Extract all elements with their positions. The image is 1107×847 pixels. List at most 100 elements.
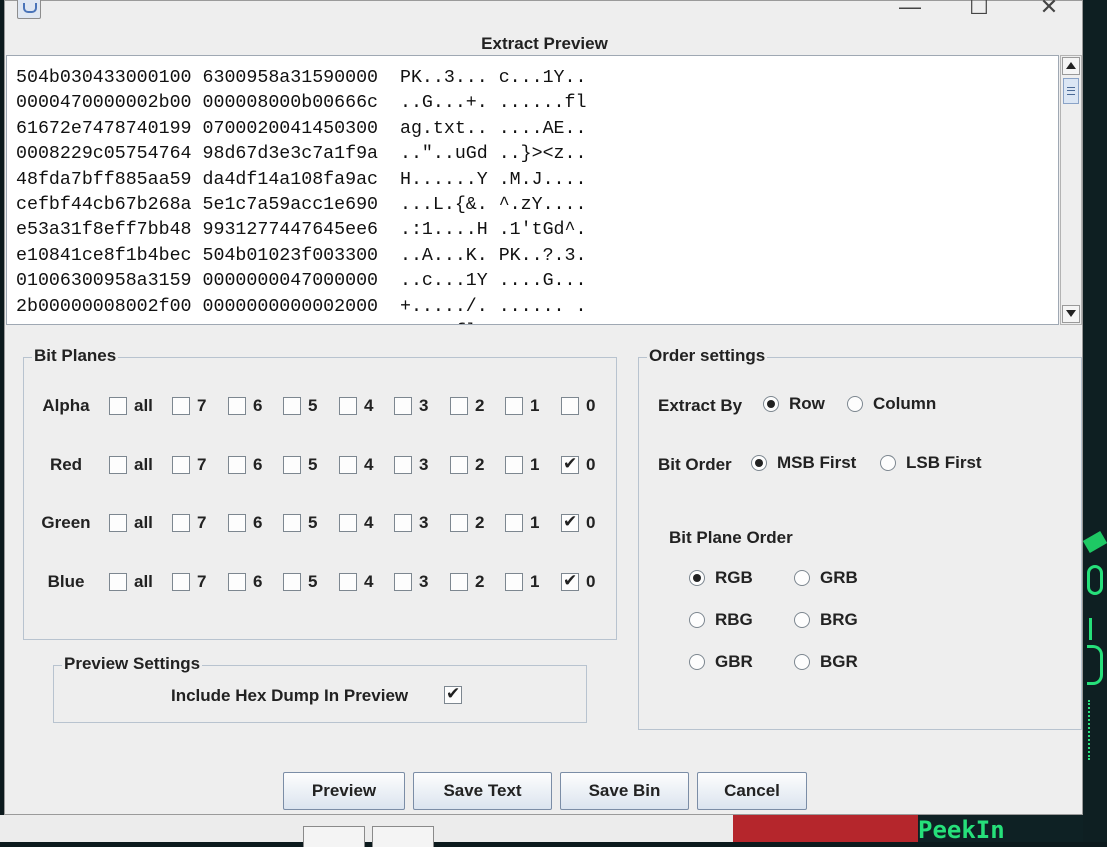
checkbox-blue-5[interactable] (283, 573, 301, 591)
checkbox-red-6[interactable] (228, 456, 246, 474)
dialog-title: Extract Preview (481, 34, 608, 53)
scroll-thumb[interactable] (1063, 78, 1079, 104)
checkbox-alpha-3[interactable] (394, 397, 412, 415)
bit-plane-order-radio-label-rbg: RBG (715, 610, 753, 629)
checkbox-label-blue-3: 3 (419, 572, 429, 591)
checkbox-label-alpha-3: 3 (419, 396, 429, 415)
bit-plane-order-radio-brg[interactable] (794, 612, 810, 628)
checkbox-alpha-all[interactable] (109, 397, 127, 415)
checkbox-label-green-0: 0 (586, 513, 596, 532)
checkbox-label-alpha-6: 6 (253, 396, 263, 415)
include-hex-dump-label: Include Hex Dump In Preview (171, 686, 409, 705)
preview-settings-title: Preview Settings (62, 654, 203, 674)
checkbox-label-blue-7: 7 (197, 572, 207, 591)
checkbox-alpha-5[interactable] (283, 397, 301, 415)
scroll-up-arrow-icon[interactable] (1062, 57, 1080, 75)
bit-plane-row-label-red: Red (49, 455, 83, 474)
checkbox-label-red-4: 4 (364, 455, 374, 474)
checkbox-alpha-1[interactable] (505, 397, 523, 415)
checkbox-label-red-1: 1 (530, 455, 540, 474)
extract-by-radio-label-row: Row (789, 394, 825, 413)
bit-order-radio-msb-first[interactable] (751, 455, 767, 471)
checkbox-red-7[interactable] (172, 456, 190, 474)
checkbox-red-0[interactable] (561, 454, 579, 474)
bit-plane-order-radio-label-grb: GRB (820, 568, 858, 587)
java-icon (17, 0, 41, 19)
checkbox-label-green-6: 6 (253, 513, 263, 532)
cancel-button[interactable]: Cancel (697, 772, 807, 810)
checkbox-blue-2[interactable] (450, 573, 468, 591)
checkbox-label-alpha-all: all (134, 396, 153, 415)
background-window (0, 815, 735, 847)
save-text-button[interactable]: Save Text (413, 772, 552, 810)
checkbox-green-3[interactable] (394, 514, 412, 532)
bit-plane-order-radio-rgb[interactable] (689, 570, 705, 586)
checkbox-label-alpha-7: 7 (197, 396, 207, 415)
hex-dump-text: 504b030433000100 6300958a31590000 PK..3.… (16, 68, 587, 324)
checkbox-alpha-2[interactable] (450, 397, 468, 415)
checkbox-red-4[interactable] (339, 456, 357, 474)
close-button[interactable]: ✕ (1026, 0, 1072, 19)
checkbox-red-3[interactable] (394, 456, 412, 474)
preview-text-area[interactable]: 504b030433000100 6300958a31590000 PK..3.… (6, 55, 1059, 325)
checkbox-green-0[interactable] (561, 512, 579, 532)
checkbox-green-5[interactable] (283, 514, 301, 532)
checkbox-label-blue-4: 4 (364, 572, 374, 591)
checkbox-blue-3[interactable] (394, 573, 412, 591)
include-hex-dump-checkbox[interactable] (444, 684, 462, 704)
bit-plane-order-radio-bgr[interactable] (794, 654, 810, 670)
checkbox-label-green-5: 5 (308, 513, 318, 532)
extract-by-radio-column[interactable] (847, 396, 863, 412)
maximize-button[interactable]: ☐ (956, 0, 1002, 19)
checkbox-label-alpha-2: 2 (475, 396, 485, 415)
checkbox-green-2[interactable] (450, 514, 468, 532)
background-panel (733, 815, 918, 842)
bit-plane-order-radio-gbr[interactable] (689, 654, 705, 670)
scroll-down-arrow-icon[interactable] (1062, 305, 1080, 323)
bit-plane-order-label: Bit Plane Order (669, 528, 793, 547)
bit-plane-order-radio-label-brg: BRG (820, 610, 858, 629)
extract-by-radio-row[interactable] (763, 396, 779, 412)
checkbox-blue-6[interactable] (228, 573, 246, 591)
background-shape (1088, 700, 1100, 760)
checkbox-red-all[interactable] (109, 456, 127, 474)
checkbox-red-5[interactable] (283, 456, 301, 474)
background-desktop (1083, 0, 1107, 842)
checkbox-green-1[interactable] (505, 514, 523, 532)
checkbox-label-green-7: 7 (197, 513, 207, 532)
checkbox-alpha-6[interactable] (228, 397, 246, 415)
save-bin-button[interactable]: Save Bin (560, 772, 689, 810)
minimize-button[interactable]: — (887, 0, 933, 19)
checkbox-blue-1[interactable] (505, 573, 523, 591)
checkbox-blue-all[interactable] (109, 573, 127, 591)
checkbox-label-green-all: all (134, 513, 153, 532)
bit-plane-order-radio-rbg[interactable] (689, 612, 705, 628)
checkbox-alpha-0[interactable] (561, 397, 579, 415)
checkbox-blue-0[interactable] (561, 571, 579, 591)
vertical-scrollbar[interactable] (1060, 55, 1082, 325)
checkbox-blue-7[interactable] (172, 573, 190, 591)
checkbox-blue-4[interactable] (339, 573, 357, 591)
checkbox-green-7[interactable] (172, 514, 190, 532)
checkbox-label-red-all: all (134, 455, 153, 474)
bit-plane-row-label-blue: Blue (47, 572, 85, 591)
background-button (372, 826, 434, 847)
background-shape (1089, 618, 1103, 640)
checkbox-green-all[interactable] (109, 514, 127, 532)
bit-plane-order-radio-grb[interactable] (794, 570, 810, 586)
checkbox-alpha-7[interactable] (172, 397, 190, 415)
bit-plane-order-radio-label-bgr: BGR (820, 652, 858, 671)
bit-order-radio-label-lsb-first: LSB First (906, 453, 982, 472)
bit-order-radio-lsb-first[interactable] (880, 455, 896, 471)
checkbox-green-4[interactable] (339, 514, 357, 532)
bit-order-radio-label-msb-first: MSB First (777, 453, 857, 472)
checkbox-red-1[interactable] (505, 456, 523, 474)
checkbox-green-6[interactable] (228, 514, 246, 532)
preview-button[interactable]: Preview (283, 772, 405, 810)
checkbox-label-alpha-5: 5 (308, 396, 318, 415)
checkbox-red-2[interactable] (450, 456, 468, 474)
checkbox-label-red-2: 2 (475, 455, 485, 474)
checkbox-label-blue-1: 1 (530, 572, 540, 591)
checkbox-alpha-4[interactable] (339, 397, 357, 415)
extract-by-label: Extract By (658, 396, 743, 415)
